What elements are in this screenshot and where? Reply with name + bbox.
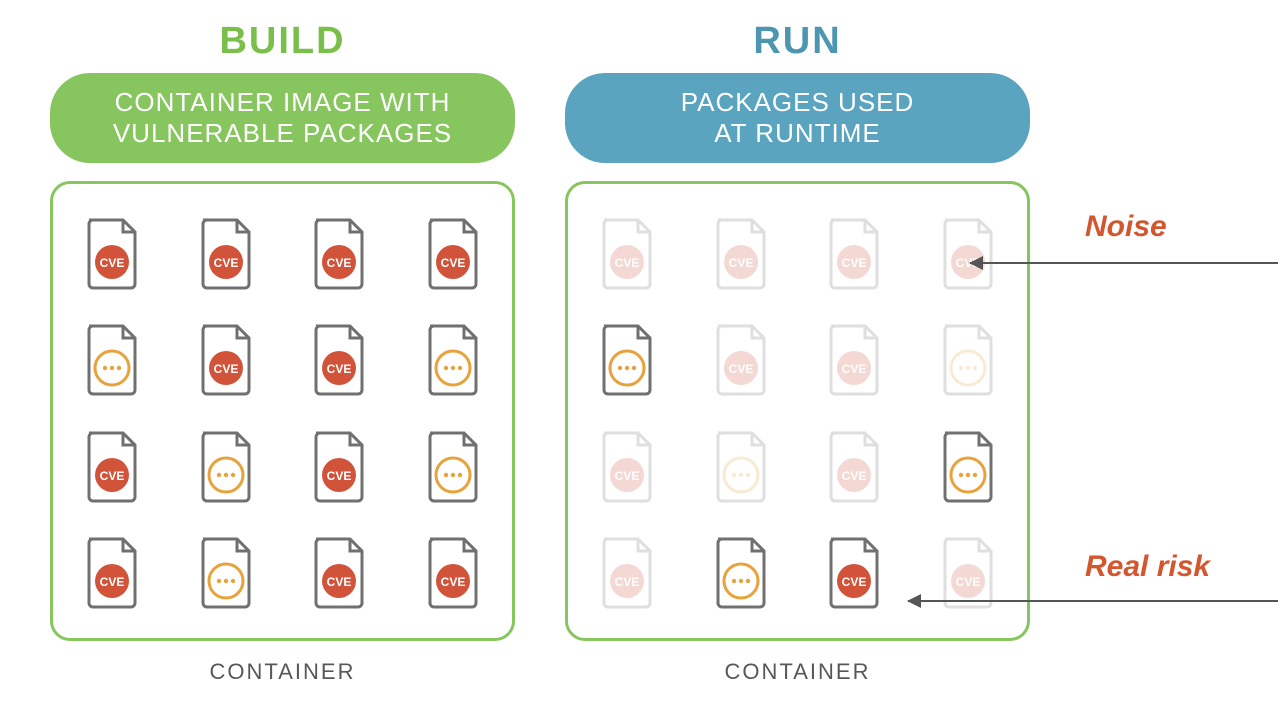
noise-callout: Noise — [1085, 210, 1167, 244]
other-package-icon — [939, 324, 997, 396]
cve-package-icon: CVE — [424, 218, 482, 290]
svg-text:CVE: CVE — [842, 256, 867, 270]
cve-package-icon: CVE — [83, 218, 141, 290]
cve-package-icon: CVE — [825, 537, 883, 609]
build-panel: BUILD CONTAINER IMAGE WITH VULNERABLE PA… — [50, 20, 515, 685]
run-pill-line2: AT RUNTIME — [714, 118, 880, 148]
run-panel: RUN PACKAGES USED AT RUNTIME CVE CVE CVE… — [565, 20, 1030, 685]
svg-text:CVE: CVE — [327, 362, 352, 376]
build-pill-line1: CONTAINER IMAGE WITH — [115, 87, 451, 117]
other-package-icon — [424, 431, 482, 503]
svg-text:CVE: CVE — [728, 256, 753, 270]
cve-package-icon: CVE — [310, 537, 368, 609]
other-package-icon — [712, 431, 770, 503]
svg-text:CVE: CVE — [615, 469, 640, 483]
other-package-icon — [598, 324, 656, 396]
cve-package-icon: CVE — [197, 324, 255, 396]
svg-text:CVE: CVE — [728, 362, 753, 376]
run-container-label: CONTAINER — [565, 659, 1030, 685]
other-package-icon — [197, 431, 255, 503]
run-container-box: CVE CVE CVE CVE CVE CVE — [565, 181, 1030, 641]
build-stage-title: BUILD — [50, 20, 515, 63]
cve-package-icon: CVE — [825, 218, 883, 290]
cve-package-icon: CVE — [83, 431, 141, 503]
cve-package-icon: CVE — [939, 537, 997, 609]
svg-text:CVE: CVE — [842, 469, 867, 483]
noise-arrow — [970, 262, 1278, 264]
build-container-label: CONTAINER — [50, 659, 515, 685]
other-package-icon — [83, 324, 141, 396]
svg-text:CVE: CVE — [213, 256, 238, 270]
build-pill-line2: VULNERABLE PACKAGES — [113, 118, 452, 148]
svg-text:CVE: CVE — [441, 575, 466, 589]
cve-package-icon: CVE — [825, 324, 883, 396]
build-container-box: CVE CVE CVE CVE CVE CVE — [50, 181, 515, 641]
build-pill: CONTAINER IMAGE WITH VULNERABLE PACKAGES — [50, 73, 515, 163]
cve-package-icon: CVE — [83, 537, 141, 609]
cve-package-icon: CVE — [712, 324, 770, 396]
other-package-icon — [424, 324, 482, 396]
cve-package-icon: CVE — [939, 218, 997, 290]
svg-text:CVE: CVE — [615, 256, 640, 270]
cve-package-icon: CVE — [825, 431, 883, 503]
cve-package-icon: CVE — [598, 537, 656, 609]
svg-text:CVE: CVE — [100, 575, 125, 589]
build-grid: CVE CVE CVE CVE CVE CVE — [73, 212, 492, 614]
svg-text:CVE: CVE — [842, 575, 867, 589]
other-package-icon — [197, 537, 255, 609]
svg-text:CVE: CVE — [615, 575, 640, 589]
other-package-icon — [712, 537, 770, 609]
cve-package-icon: CVE — [310, 431, 368, 503]
cve-package-icon: CVE — [598, 218, 656, 290]
svg-text:CVE: CVE — [100, 469, 125, 483]
cve-package-icon: CVE — [197, 218, 255, 290]
svg-text:CVE: CVE — [327, 469, 352, 483]
svg-text:CVE: CVE — [842, 362, 867, 376]
run-grid: CVE CVE CVE CVE CVE CVE — [588, 212, 1007, 614]
cve-package-icon: CVE — [310, 324, 368, 396]
run-pill: PACKAGES USED AT RUNTIME — [565, 73, 1030, 163]
svg-text:CVE: CVE — [956, 575, 981, 589]
svg-text:CVE: CVE — [213, 362, 238, 376]
svg-text:CVE: CVE — [100, 256, 125, 270]
run-pill-line1: PACKAGES USED — [681, 87, 915, 117]
cve-package-icon: CVE — [598, 431, 656, 503]
svg-text:CVE: CVE — [327, 256, 352, 270]
run-stage-title: RUN — [565, 20, 1030, 63]
cve-package-icon: CVE — [712, 218, 770, 290]
real-risk-callout: Real risk — [1085, 550, 1210, 584]
cve-package-icon: CVE — [310, 218, 368, 290]
cve-package-icon: CVE — [424, 537, 482, 609]
svg-text:CVE: CVE — [327, 575, 352, 589]
other-package-icon — [939, 431, 997, 503]
svg-text:CVE: CVE — [441, 256, 466, 270]
real-risk-arrow — [908, 600, 1278, 602]
